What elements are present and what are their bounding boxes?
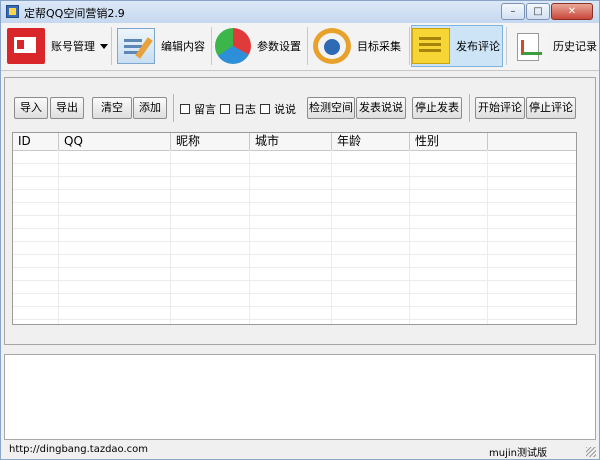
- column-header-nickname[interactable]: 昵称: [171, 133, 250, 150]
- table-header: ID QQ 昵称 城市 年龄 性别: [13, 133, 576, 151]
- account-table[interactable]: ID QQ 昵称 城市 年龄 性别: [12, 132, 577, 325]
- grid-row-line: [13, 254, 576, 255]
- toolbar-history-label: 历史记录: [553, 40, 597, 53]
- grid-row-line: [13, 215, 576, 216]
- grid-row-line: [13, 163, 576, 164]
- toolbar-account-label: 账号管理: [51, 40, 95, 53]
- window-title: 定帮QQ空间营销2.9: [24, 7, 125, 20]
- toolbar-collect[interactable]: 目标采集: [313, 25, 407, 67]
- toolbar-post-label: 发布评论: [456, 40, 500, 53]
- toolbar-separator: [307, 27, 308, 65]
- post-shuoshuo-button[interactable]: 发表说说: [356, 97, 406, 119]
- toolbar-divider: [173, 94, 174, 122]
- toolbar-separator: [211, 27, 212, 65]
- checkbox-blog[interactable]: 日志: [220, 101, 256, 117]
- maximize-button[interactable]: □: [526, 3, 550, 20]
- checkbox-label: 留言: [194, 103, 216, 116]
- toolbar-settings-label: 参数设置: [257, 40, 301, 53]
- checkbox-box[interactable]: [260, 104, 270, 114]
- main-window: 定帮QQ空间营销2.9 – □ ✕ 账号管理 编辑内容 参数设置 目标采集 发布…: [0, 0, 600, 460]
- grid-row-line: [13, 319, 576, 320]
- toolbar-separator: [506, 27, 507, 65]
- checkbox-box[interactable]: [220, 104, 230, 114]
- checkbox-shuoshuo[interactable]: 说说: [260, 101, 296, 117]
- grid-row-line: [13, 202, 576, 203]
- grid-row-line: [13, 228, 576, 229]
- edit-content-icon: [117, 28, 155, 64]
- title-bar[interactable]: 定帮QQ空间营销2.9 – □ ✕: [1, 1, 599, 23]
- toolbar-collect-label: 目标采集: [357, 40, 401, 53]
- main-toolbar: 账号管理 编辑内容 参数设置 目标采集 发布评论 历史记录: [1, 23, 599, 71]
- status-mode: mujin测试版: [489, 448, 547, 459]
- window-controls: – □ ✕: [500, 3, 593, 20]
- toolbar-edit-label: 编辑内容: [161, 40, 205, 53]
- comment-panel: 导入 导出 清空 添加 留言 日志 说说 检测空间 发表说说 停止发表 开始评论: [4, 77, 596, 345]
- checkbox-label: 说说: [274, 103, 296, 116]
- grid-row-line: [13, 176, 576, 177]
- grid-row-line: [13, 189, 576, 190]
- toolbar-edit-content[interactable]: 编辑内容: [117, 25, 209, 67]
- minimize-button[interactable]: –: [501, 3, 525, 20]
- clear-button[interactable]: 清空: [92, 97, 132, 119]
- toolbar-post-comment[interactable]: 发布评论: [411, 25, 503, 67]
- log-output[interactable]: [4, 354, 596, 440]
- collect-icon: [313, 28, 351, 64]
- app-icon: [6, 5, 19, 18]
- checkbox-label: 日志: [234, 103, 256, 116]
- import-button[interactable]: 导入: [14, 97, 48, 119]
- resize-grip-icon[interactable]: [586, 447, 596, 457]
- control-row: 导入 导出 清空 添加 留言 日志 说说 检测空间 发表说说 停止发表 开始评论: [5, 78, 595, 124]
- grid-row-line: [13, 280, 576, 281]
- chevron-down-icon: [100, 43, 108, 49]
- history-icon: [509, 28, 547, 64]
- checkbox-box[interactable]: [180, 104, 190, 114]
- stop-post-button[interactable]: 停止发表: [412, 97, 462, 119]
- column-header-age[interactable]: 年龄: [332, 133, 410, 150]
- start-comment-button[interactable]: 开始评论: [475, 97, 525, 119]
- column-header-id[interactable]: ID: [13, 133, 59, 150]
- toolbar-history[interactable]: 历史记录: [509, 25, 597, 67]
- pie-settings-icon: [215, 28, 251, 64]
- grid-row-line: [13, 306, 576, 307]
- account-card-icon: [7, 28, 45, 64]
- grid-row-line: [13, 267, 576, 268]
- detect-space-button[interactable]: 检测空间: [307, 97, 355, 119]
- toolbar-account-manage[interactable]: 账号管理: [7, 25, 108, 67]
- post-comment-icon: [412, 28, 450, 64]
- toolbar-divider: [469, 94, 470, 122]
- add-button[interactable]: 添加: [133, 97, 167, 119]
- grid-row-line: [13, 241, 576, 242]
- status-bar: http://dingbang.tazdao.com mujin测试版: [1, 441, 599, 459]
- stop-comment-button[interactable]: 停止评论: [526, 97, 576, 119]
- close-button[interactable]: ✕: [551, 3, 593, 20]
- toolbar-separator: [409, 27, 410, 65]
- toolbar-separator: [111, 27, 112, 65]
- status-url[interactable]: http://dingbang.tazdao.com: [9, 444, 148, 455]
- column-header-gender[interactable]: 性别: [410, 133, 488, 150]
- toolbar-settings[interactable]: 参数设置: [215, 25, 305, 67]
- grid-row-line: [13, 293, 576, 294]
- column-header-city[interactable]: 城市: [250, 133, 332, 150]
- column-header-qq[interactable]: QQ: [59, 133, 171, 150]
- checkbox-message[interactable]: 留言: [180, 101, 216, 117]
- export-button[interactable]: 导出: [50, 97, 84, 119]
